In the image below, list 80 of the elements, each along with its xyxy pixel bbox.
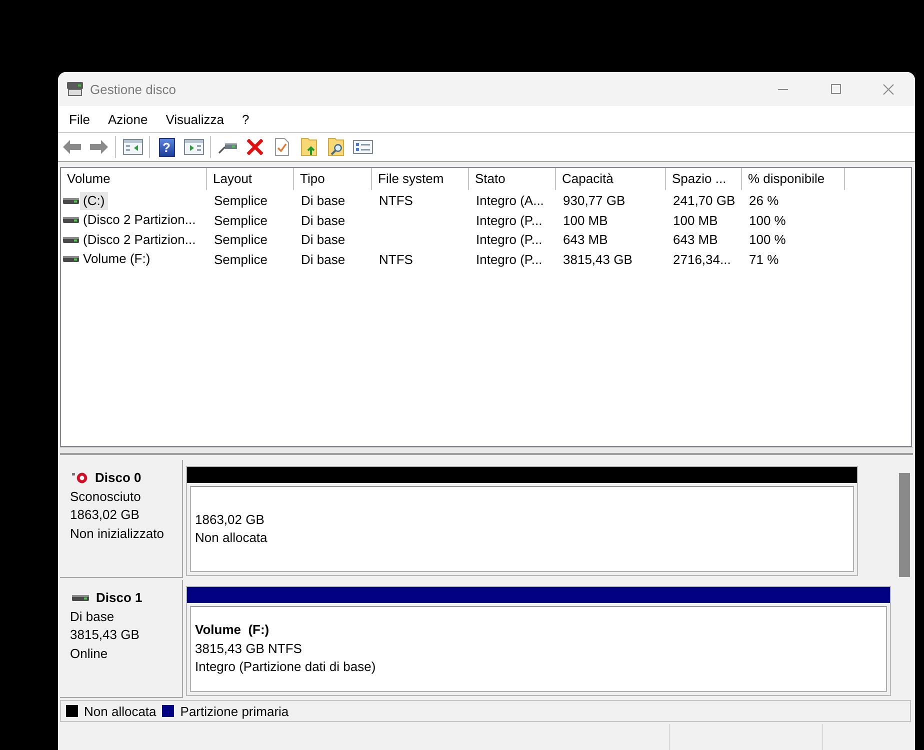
- document-check-icon: [274, 138, 288, 156]
- drive-icon: [63, 256, 79, 262]
- table-cell-text: 100 MB: [672, 212, 719, 228]
- disk-detail: 3815,43 GB: [70, 626, 140, 644]
- table-cell-text: Integro (A...: [475, 193, 545, 208]
- menu-item[interactable]: ?: [233, 108, 258, 130]
- table-cell-text: Integro (P...: [475, 232, 544, 248]
- table-cell-text: NTFS: [378, 193, 414, 208]
- column-header[interactable]: Volume: [61, 168, 207, 190]
- table-cell[interactable]: (Disco 2 Partizion...: [80, 211, 199, 230]
- partition-block[interactable]: 1863,02 GB Non allocata: [186, 466, 858, 576]
- column-header[interactable]: File system: [372, 168, 469, 190]
- table-cell[interactable]: (Disco 2 Partizion...: [80, 230, 199, 249]
- table-cell-text: 100 %: [748, 212, 787, 228]
- toolbar-button[interactable]: ?: [153, 135, 180, 159]
- checklist-icon: [352, 140, 372, 154]
- table-cell-text: Di base: [300, 232, 346, 248]
- disk-detail: Non inizializzato: [70, 524, 165, 542]
- table-cell-text: Di base: [300, 193, 346, 208]
- table-cell-text: 26 %: [748, 193, 780, 208]
- table-cell[interactable]: Volume (F:): [80, 250, 154, 268]
- disk-drive-icon: [66, 81, 84, 97]
- disk-detail: Online: [70, 644, 109, 662]
- legend-label: Non allocata: [84, 704, 156, 718]
- table-cell-text: Semplice: [213, 252, 268, 267]
- drive-icon: [63, 217, 79, 224]
- table-cell-text: 643 MB: [562, 232, 609, 248]
- disk-detail: 1863,02 GB: [70, 506, 140, 524]
- legend-label: Partizione primaria: [180, 704, 289, 718]
- table-cell-text: NTFS: [378, 252, 414, 267]
- disk-name: Disco 1: [96, 589, 142, 607]
- disk-detail: Sconosciuto: [70, 488, 142, 506]
- column-header[interactable]: Stato: [469, 168, 556, 190]
- table-cell-text: Integro (P...: [475, 252, 544, 267]
- table-cell-text: Semplice: [213, 193, 268, 208]
- table-cell-text: Di base: [300, 252, 346, 267]
- table-cell-text: Semplice: [213, 232, 268, 248]
- partition-title: Volume (F:): [195, 621, 270, 640]
- back-arrow-icon: [62, 140, 80, 154]
- window-title: Gestione disco: [90, 82, 177, 96]
- partition-detail: Integro (Partizione dati di base): [195, 658, 377, 676]
- drive-icon: [63, 198, 79, 204]
- partition-detail: 1863,02 GB: [195, 510, 266, 528]
- column-header[interactable]: Layout: [207, 168, 294, 190]
- column-header[interactable]: % disponibile: [742, 168, 845, 190]
- partition-detail: Non allocata: [195, 529, 268, 547]
- menu-item[interactable]: Visualizza: [156, 108, 233, 130]
- scrollbar-thumb[interactable]: [899, 473, 910, 577]
- table-cell-text: 3815,43 GB: [562, 252, 634, 267]
- folder-arrow-icon: [300, 138, 316, 156]
- table-cell-text: Integro (P...: [475, 212, 544, 228]
- drive-icon: [63, 236, 79, 243]
- table-cell-text: 643 MB: [672, 232, 719, 248]
- disk-name: Disco 0: [95, 469, 142, 487]
- column-header[interactable]: Capacità: [556, 168, 666, 190]
- maximize-icon: [830, 84, 840, 94]
- partition-detail: 3815,43 GB NTFS: [195, 640, 303, 658]
- menu-item[interactable]: File: [60, 108, 99, 130]
- delete-icon: [246, 139, 262, 155]
- minimize-icon: [778, 88, 788, 90]
- column-header[interactable]: Tipo: [294, 168, 372, 190]
- disk-detail: Di base: [70, 608, 116, 626]
- table-cell-text: 100 %: [748, 232, 787, 248]
- table-cell-text: 100 MB: [562, 212, 609, 228]
- column-header[interactable]: Spazio ...: [666, 168, 742, 190]
- partition-block[interactable]: Volume (F:) 3815,43 GB NTFS Integro (Partizione dati di base): [186, 586, 891, 696]
- table-cell-text: 71 %: [748, 252, 780, 267]
- table-cell[interactable]: (C:): [80, 192, 108, 210]
- close-icon: [883, 84, 894, 94]
- help-icon: ?: [158, 138, 174, 156]
- drive-cable-icon: [218, 140, 238, 154]
- folder-search-icon: [328, 138, 344, 156]
- table-cell-text: 241,70 GB: [672, 193, 736, 208]
- table-cell-text: Di base: [300, 212, 346, 228]
- table-cell-text: 930,77 GB: [562, 193, 626, 208]
- pane-splitter[interactable]: [60, 447, 913, 455]
- table-cell-text: Semplice: [213, 212, 268, 228]
- forward-arrow-icon: [90, 140, 108, 154]
- table-cell-text: 2716,34...: [672, 252, 732, 267]
- menu-item[interactable]: Azione: [98, 108, 157, 130]
